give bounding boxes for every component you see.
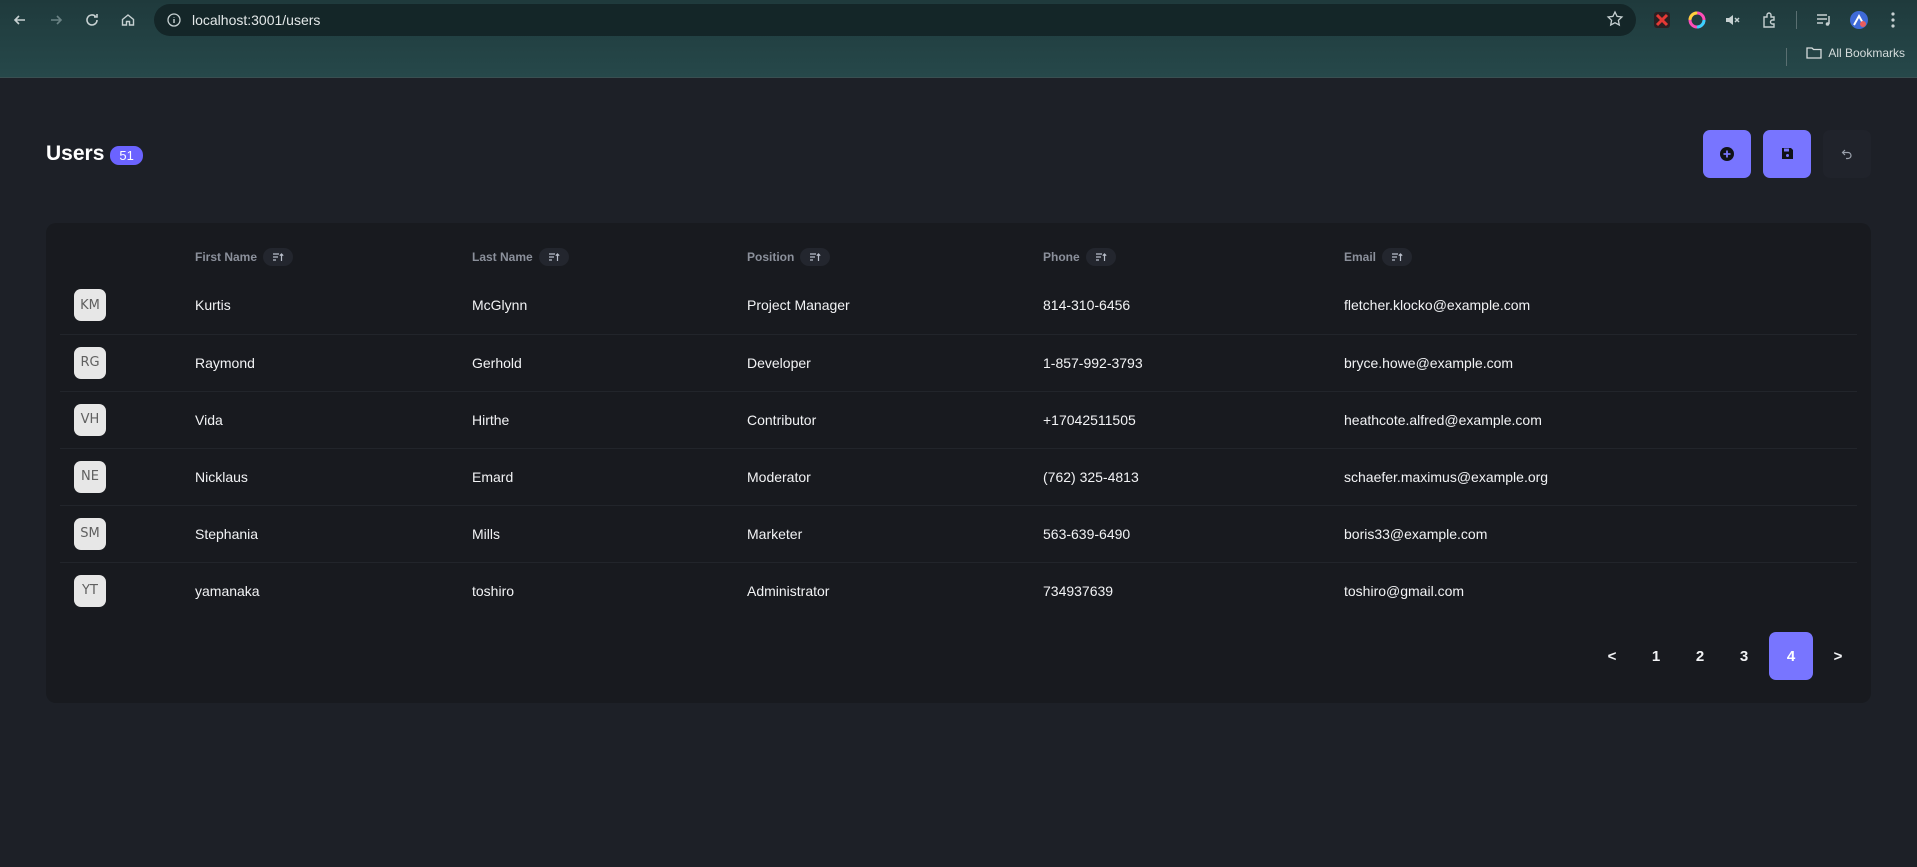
extension-x-icon[interactable] bbox=[1650, 8, 1674, 32]
page-title: Users bbox=[46, 141, 105, 165]
users-table-card: First Name Last Name Position Phone Emai… bbox=[46, 223, 1871, 703]
save-button[interactable] bbox=[1763, 129, 1811, 178]
mute-icon[interactable] bbox=[1721, 8, 1745, 32]
cell-email: toshiro@gmail.com bbox=[1344, 582, 1465, 599]
cell-email: boris33@example.com bbox=[1344, 505, 1857, 563]
avatar: YT bbox=[74, 574, 106, 607]
table-row[interactable]: KM Kurtis McGlynn Project Manager 814-31… bbox=[60, 277, 1857, 335]
cell-email: fletcher.klocko@example.com bbox=[1344, 277, 1857, 335]
page-button-2[interactable]: 2 bbox=[1681, 632, 1719, 680]
all-bookmarks-label: All Bookmarks bbox=[1828, 46, 1905, 60]
page-header: Users 51 bbox=[46, 78, 1871, 223]
avatar: RG bbox=[74, 346, 106, 379]
cell-position: Administrator bbox=[747, 582, 830, 599]
browser-chrome: localhost:3001/users All Bookmarks bbox=[0, 0, 1917, 78]
folder-icon bbox=[1806, 47, 1822, 59]
sort-icon[interactable] bbox=[538, 248, 569, 266]
bookmark-star-icon[interactable] bbox=[1606, 10, 1624, 33]
cell-first-name: Vida bbox=[195, 391, 472, 449]
table-row[interactable]: YT yamanaka toshiro Administrator 734937… bbox=[60, 562, 1857, 619]
cell-email: bryce.howe@example.com bbox=[1344, 334, 1857, 392]
undo-button[interactable] bbox=[1823, 129, 1871, 178]
add-user-button[interactable] bbox=[1703, 129, 1751, 178]
avatar: KM bbox=[74, 289, 106, 322]
cell-email: heathcote.alfred@example.com bbox=[1344, 391, 1857, 449]
cell-phone: (762) 325-4813 bbox=[1043, 448, 1344, 506]
cell-position: Contributor bbox=[747, 391, 1043, 449]
pagination: < 1 2 3 4 > bbox=[60, 632, 1857, 680]
avatar-column-header bbox=[60, 237, 195, 277]
cell-last-name: McGlynn bbox=[472, 277, 747, 335]
plus-circle-icon bbox=[1720, 146, 1734, 161]
cell-first-name: yamanaka bbox=[195, 582, 260, 599]
cell-last-name: Hirthe bbox=[472, 391, 747, 449]
avatar: VH bbox=[74, 403, 106, 436]
table-row[interactable]: VH Vida Hirthe Contributor +17042511505 … bbox=[60, 391, 1857, 449]
page-title-group: Users 51 bbox=[46, 142, 143, 166]
save-icon bbox=[1781, 148, 1793, 159]
profile-avatar-icon[interactable] bbox=[1847, 8, 1871, 32]
cell-phone: 734937639 bbox=[1043, 582, 1114, 599]
cell-email: schaefer.maximus@example.org bbox=[1344, 448, 1857, 506]
next-page-button[interactable]: > bbox=[1819, 632, 1857, 680]
header-actions bbox=[1703, 129, 1871, 178]
cell-position: Developer bbox=[747, 334, 1043, 392]
home-icon[interactable] bbox=[110, 0, 146, 40]
cell-phone: +17042511505 bbox=[1043, 391, 1344, 449]
column-header-last-name[interactable]: Last Name bbox=[472, 237, 747, 277]
extension-color-icon[interactable] bbox=[1685, 8, 1709, 32]
cell-first-name: Stephania bbox=[195, 505, 472, 563]
page-button-3[interactable]: 3 bbox=[1725, 632, 1763, 680]
column-header-email[interactable]: Email bbox=[1344, 237, 1857, 277]
address-bar[interactable]: localhost:3001/users bbox=[154, 4, 1636, 36]
undo-icon bbox=[1841, 149, 1852, 159]
cell-position: Moderator bbox=[747, 448, 1043, 506]
prev-page-button[interactable]: < bbox=[1593, 632, 1631, 680]
user-count-badge: 51 bbox=[110, 146, 143, 165]
cell-last-name: Emard bbox=[472, 448, 747, 506]
page-button-1[interactable]: 1 bbox=[1637, 632, 1675, 680]
table-header-row: First Name Last Name Position Phone Emai… bbox=[60, 237, 1857, 277]
back-icon[interactable] bbox=[2, 0, 38, 40]
cell-phone: 563-639-6490 bbox=[1043, 505, 1344, 563]
cell-last-name: Gerhold bbox=[472, 334, 747, 392]
reload-icon[interactable] bbox=[74, 0, 110, 40]
column-header-first-name[interactable]: First Name bbox=[195, 237, 472, 277]
table-row[interactable]: SM Stephania Mills Marketer 563-639-6490… bbox=[60, 505, 1857, 563]
cell-position: Project Manager bbox=[747, 277, 1043, 335]
cell-last-name: Mills bbox=[472, 505, 747, 563]
column-header-position[interactable]: Position bbox=[747, 237, 1043, 277]
users-table: First Name Last Name Position Phone Emai… bbox=[60, 237, 1857, 619]
cell-first-name: Raymond bbox=[195, 334, 472, 392]
cell-phone: 814-310-6456 bbox=[1043, 277, 1344, 335]
cell-position: Marketer bbox=[747, 505, 1043, 563]
extensions-puzzle-icon[interactable] bbox=[1758, 8, 1782, 32]
all-bookmarks-button[interactable]: All Bookmarks bbox=[1806, 46, 1905, 60]
browser-menu-icon[interactable] bbox=[1881, 8, 1905, 32]
sort-icon[interactable] bbox=[263, 248, 294, 266]
cell-first-name: Nicklaus bbox=[195, 448, 472, 506]
sort-icon[interactable] bbox=[1382, 248, 1413, 266]
address-url[interactable]: localhost:3001/users bbox=[192, 12, 320, 28]
cell-phone: 1-857-992-3793 bbox=[1043, 334, 1344, 392]
cell-last-name: toshiro bbox=[472, 582, 515, 599]
column-header-phone[interactable]: Phone bbox=[1043, 237, 1344, 277]
media-queue-icon[interactable] bbox=[1812, 8, 1836, 32]
users-page: Users 51 First Name Last Name Position P… bbox=[0, 78, 1917, 703]
sort-icon[interactable] bbox=[800, 248, 831, 266]
sort-icon[interactable] bbox=[1085, 248, 1116, 266]
avatar: SM bbox=[74, 517, 106, 550]
site-info-icon[interactable] bbox=[164, 10, 184, 30]
forward-icon[interactable] bbox=[38, 0, 74, 40]
cell-first-name: Kurtis bbox=[195, 277, 472, 335]
table-row[interactable]: RG Raymond Gerhold Developer 1-857-992-3… bbox=[60, 334, 1857, 392]
avatar: NE bbox=[74, 460, 106, 493]
page-button-4-current[interactable]: 4 bbox=[1769, 632, 1813, 680]
table-row[interactable]: NE Nicklaus Emard Moderator (762) 325-48… bbox=[60, 448, 1857, 506]
